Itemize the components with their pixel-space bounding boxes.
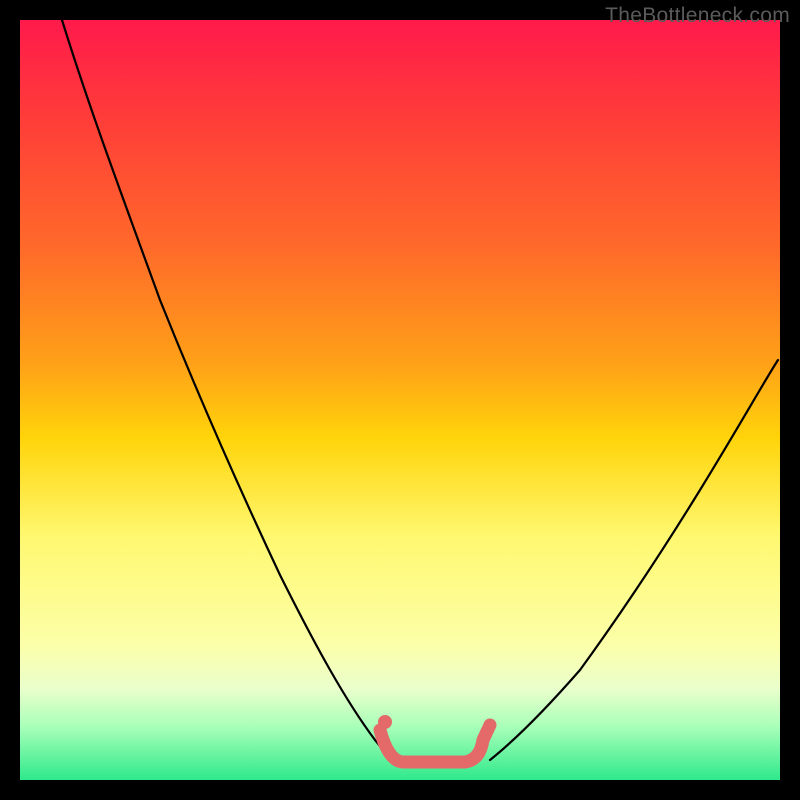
watermark-text: TheBottleneck.com: [605, 4, 790, 28]
left-curve-path: [62, 20, 397, 760]
right-curve-path: [490, 360, 778, 760]
squiggle-dot: [378, 715, 392, 729]
chart-frame: [20, 20, 780, 780]
chart-svg: [20, 20, 780, 780]
bottom-squiggle-path: [380, 725, 490, 762]
